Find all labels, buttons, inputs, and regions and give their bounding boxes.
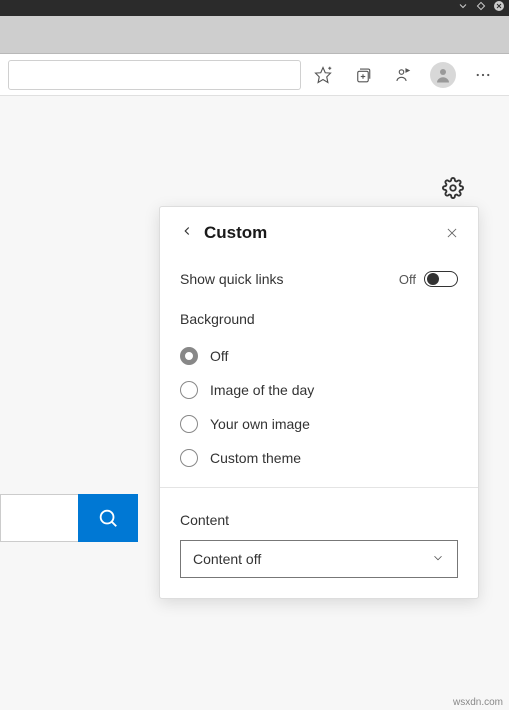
- radio-icon: [180, 381, 198, 399]
- browser-toolbar: [0, 54, 509, 96]
- radio-icon: [180, 415, 198, 433]
- search-input[interactable]: [0, 494, 78, 542]
- watermark: wsxdn.com: [453, 697, 503, 708]
- popup-title: Custom: [204, 223, 267, 243]
- chevron-down-icon: [431, 551, 445, 568]
- close-icon[interactable]: [442, 223, 462, 243]
- tab-strip: [0, 16, 509, 54]
- quick-links-toggle[interactable]: [424, 271, 458, 287]
- content-select[interactable]: Content off: [180, 540, 458, 578]
- content-select-value: Content off: [193, 551, 261, 567]
- more-icon[interactable]: [465, 57, 501, 93]
- address-bar[interactable]: [8, 60, 301, 90]
- back-icon[interactable]: [180, 224, 194, 243]
- background-option-image-of-day[interactable]: Image of the day: [180, 373, 458, 407]
- background-option-own-image[interactable]: Your own image: [180, 407, 458, 441]
- person-badge-icon[interactable]: [385, 57, 421, 93]
- gear-icon[interactable]: [439, 174, 467, 202]
- chevron-down-icon[interactable]: [457, 0, 469, 17]
- background-option-off[interactable]: Off: [180, 339, 458, 373]
- radio-icon: [180, 449, 198, 467]
- favorites-icon[interactable]: [305, 57, 341, 93]
- quick-links-label: Show quick links: [180, 271, 284, 287]
- close-window-icon[interactable]: [493, 0, 505, 17]
- search-button[interactable]: [78, 494, 138, 542]
- quick-links-state: Off: [399, 272, 416, 287]
- diamond-icon[interactable]: [475, 0, 487, 17]
- content-section-label: Content: [180, 512, 458, 528]
- background-option-custom-theme[interactable]: Custom theme: [180, 441, 458, 475]
- collections-icon[interactable]: [345, 57, 381, 93]
- profile-avatar[interactable]: [425, 57, 461, 93]
- radio-icon: [180, 347, 198, 365]
- background-section-label: Background: [180, 311, 458, 327]
- page-layout-popup: Custom Show quick links Off Background O…: [159, 206, 479, 599]
